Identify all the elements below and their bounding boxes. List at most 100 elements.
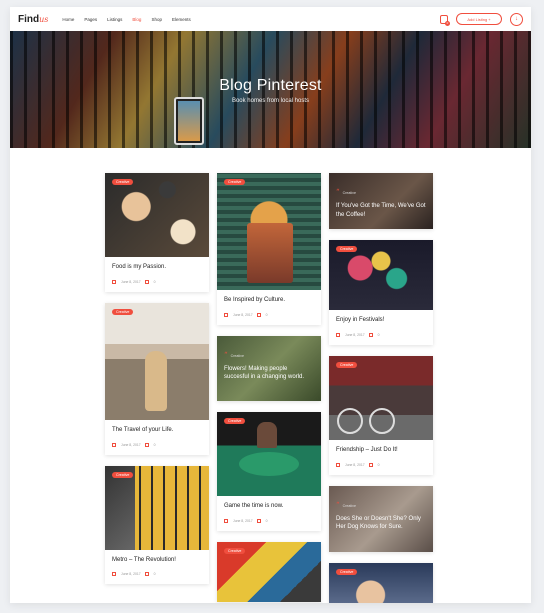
blog-column-3: “Creative If You've Got the Time, We've … <box>329 173 433 603</box>
comment-count: 0 <box>377 332 380 337</box>
quote-text[interactable]: Does She or Doesn't She? Only Her Dog Kn… <box>336 515 426 532</box>
calendar-icon <box>112 442 116 447</box>
comment-count: 0 <box>153 442 156 447</box>
user-icon[interactable]: ↓ <box>510 12 523 26</box>
page-title: Blog Pinterest <box>219 77 322 94</box>
post-image: Creative <box>105 302 209 420</box>
quote-text[interactable]: Flowers! Making people succesful in a ch… <box>224 365 314 382</box>
blog-card[interactable]: Creative Enjoy in Festivals! June 8, 201… <box>329 240 433 345</box>
category-badge[interactable]: Creative <box>231 354 244 358</box>
category-badge[interactable]: Creative <box>112 471 134 478</box>
top-navbar: Findus Home Pages Listings Blog Shop Ele… <box>10 7 531 31</box>
comment-icon <box>368 462 373 467</box>
category-badge[interactable]: Creative <box>224 547 246 554</box>
comment-count: 0 <box>153 279 156 284</box>
blog-card[interactable]: Creative Metro – The Revolution! June 8,… <box>105 465 209 585</box>
page-frame: Findus Home Pages Listings Blog Shop Ele… <box>10 7 531 603</box>
blog-card[interactable]: Creative Friendship – Just Do It! June 8… <box>329 355 433 475</box>
nav-home[interactable]: Home <box>62 17 74 22</box>
post-title[interactable]: Enjoy in Festivals! <box>336 317 426 325</box>
hero-banner: Blog Pinterest Book homes from local hos… <box>10 31 531 148</box>
post-image: Creative <box>105 465 209 550</box>
blog-card[interactable]: “Creative Flowers! Making people succesf… <box>217 335 321 401</box>
comment-icon <box>256 312 261 317</box>
quote-post: “Creative If You've Got the Time, We've … <box>329 173 433 229</box>
post-image: Creative <box>105 173 209 257</box>
blog-card[interactable]: “Creative Does She or Doesn't She? Only … <box>329 485 433 552</box>
blog-card[interactable]: Creative The Travel of your Life. June 8… <box>105 302 209 455</box>
category-badge[interactable]: Creative <box>336 568 358 575</box>
comment-count: 0 <box>153 572 156 577</box>
quote-post: “Creative Does She or Doesn't She? Only … <box>329 486 433 552</box>
post-meta: June 8, 2017 0 <box>112 442 202 447</box>
nav-shop[interactable]: Shop <box>151 17 162 22</box>
quote-post: “Creative Flowers! Making people succesf… <box>217 336 321 401</box>
post-meta: June 8, 2017 0 <box>336 332 426 337</box>
category-badge[interactable]: Creative <box>343 191 356 195</box>
category-badge[interactable]: Creative <box>112 308 134 315</box>
calendar-icon <box>336 462 340 467</box>
category-badge[interactable]: Creative <box>336 361 358 368</box>
post-title[interactable]: Be Inspired by Culture. <box>224 297 314 305</box>
category-badge[interactable]: Creative <box>343 504 356 508</box>
post-image: Creative <box>217 411 321 496</box>
cart-count: 0 <box>445 20 450 26</box>
nav-pages[interactable]: Pages <box>84 17 97 22</box>
header-tools: 0 Add Listing + ↓ <box>440 12 523 26</box>
post-date: June 8, 2017 <box>345 462 365 467</box>
calendar-icon <box>336 332 340 337</box>
logo-accent: us <box>39 14 49 24</box>
post-title[interactable]: Friendship – Just Do It! <box>336 447 426 455</box>
logo-text: Find <box>18 13 40 25</box>
post-date: June 8, 2017 <box>233 312 253 317</box>
comment-count: 0 <box>265 312 268 317</box>
post-image: Creative <box>217 541 321 602</box>
comment-count: 0 <box>377 462 380 467</box>
nav-elements[interactable]: Elements <box>172 17 191 22</box>
quote-icon: “ <box>336 188 340 196</box>
post-image: Creative <box>329 562 433 603</box>
blog-card[interactable]: Creative <box>217 541 321 602</box>
category-badge[interactable]: Creative <box>112 179 134 185</box>
comment-count: 0 <box>265 518 268 523</box>
post-title[interactable]: Game the time is now. <box>224 503 314 511</box>
quote-icon: “ <box>336 500 340 509</box>
post-image: Creative <box>217 173 321 290</box>
blog-card[interactable]: Creative Game the time is now. June 8, 2… <box>217 411 321 531</box>
post-title[interactable]: Food is my Passion. <box>112 264 202 272</box>
category-badge[interactable]: Creative <box>224 417 246 424</box>
comment-icon <box>256 518 261 523</box>
blog-card[interactable]: “Creative If You've Got the Time, We've … <box>329 173 433 229</box>
nav-blog[interactable]: Blog <box>132 17 141 22</box>
nav-listings[interactable]: Listings <box>107 17 122 22</box>
blog-column-2: Creative Be Inspired by Culture. June 8,… <box>217 173 321 603</box>
blog-card[interactable]: Creative <box>329 562 433 603</box>
category-badge[interactable]: Creative <box>336 246 358 252</box>
calendar-icon <box>224 312 228 317</box>
post-date: June 8, 2017 <box>121 279 141 284</box>
quote-text[interactable]: If You've Got the Time, We've Got the Co… <box>336 202 426 219</box>
post-date: June 8, 2017 <box>233 518 253 523</box>
page-subtitle: Book homes from local hosts <box>231 98 310 104</box>
comment-icon <box>144 279 149 284</box>
calendar-icon <box>224 518 228 523</box>
comment-icon <box>144 572 149 577</box>
blog-card[interactable]: Creative Be Inspired by Culture. June 8,… <box>217 173 321 325</box>
post-meta: June 8, 2017 0 <box>112 572 202 577</box>
blog-card[interactable]: Creative Food is my Passion. June 8, 201… <box>105 173 209 292</box>
add-listing-button[interactable]: Add Listing + <box>456 13 502 25</box>
blog-column-1: Creative Food is my Passion. June 8, 201… <box>105 173 209 595</box>
post-title[interactable]: The Travel of your Life. <box>112 427 202 435</box>
comment-icon <box>144 442 149 447</box>
cart-icon[interactable]: 0 <box>440 14 450 26</box>
comment-icon <box>368 332 373 337</box>
post-title[interactable]: Metro – The Revolution! <box>112 557 202 565</box>
post-image: Creative <box>329 240 433 310</box>
post-meta: June 8, 2017 0 <box>224 312 314 317</box>
post-image: Creative <box>329 355 433 440</box>
site-logo[interactable]: Findus <box>18 14 48 25</box>
post-meta: June 8, 2017 0 <box>224 518 314 523</box>
post-meta: June 8, 2017 0 <box>112 279 202 284</box>
category-badge[interactable]: Creative <box>224 179 246 185</box>
post-date: June 8, 2017 <box>121 442 141 447</box>
